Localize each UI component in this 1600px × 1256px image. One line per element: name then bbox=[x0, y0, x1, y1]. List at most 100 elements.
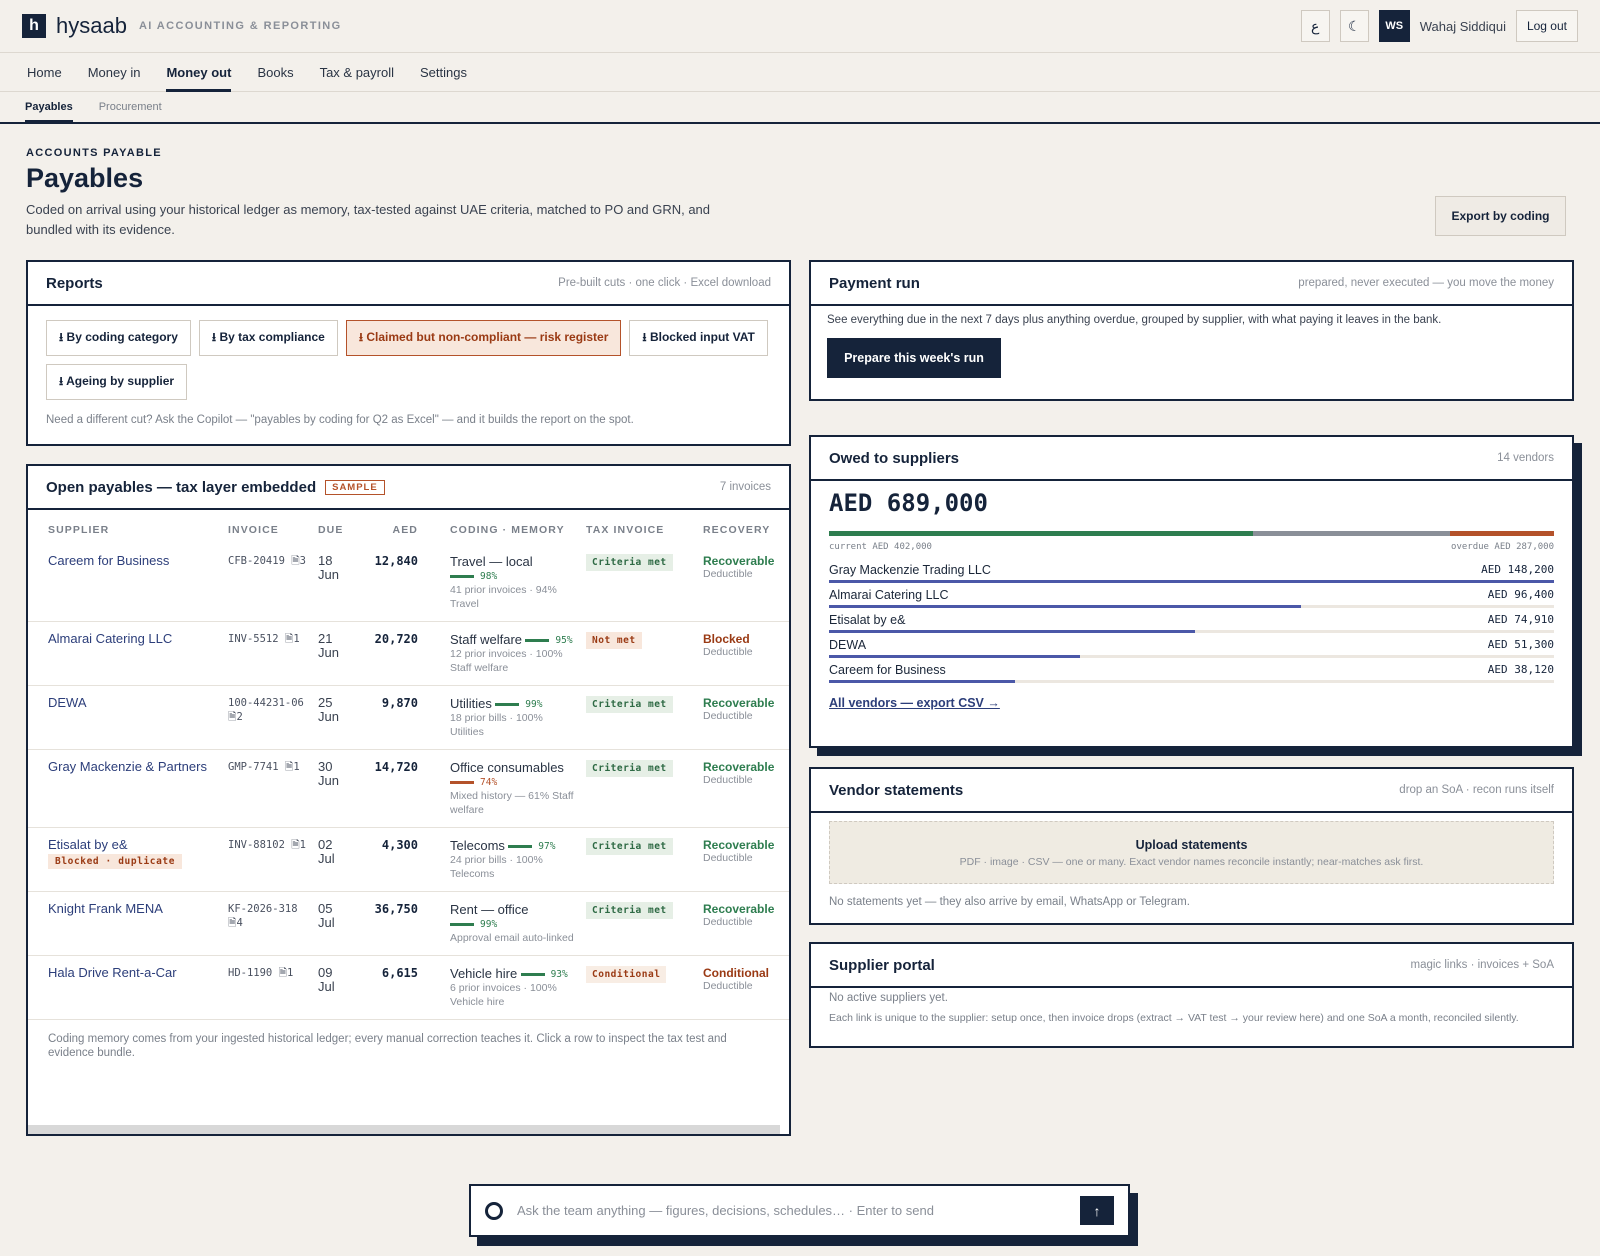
language-toggle-button[interactable]: ع bbox=[1300, 10, 1330, 42]
table-row[interactable]: Etisalat by e& Blocked · duplicate INV-881… bbox=[28, 827, 789, 892]
attachment-icon[interactable]: 🗎1 bbox=[285, 633, 300, 645]
current-overdue-bar bbox=[829, 531, 1554, 536]
theme-toggle-moon-icon[interactable]: ☾ bbox=[1339, 10, 1369, 42]
col-supplier[interactable]: SUPPLIER bbox=[28, 510, 222, 544]
due-day: 02 bbox=[318, 837, 333, 852]
coding-category[interactable]: Utilities bbox=[450, 696, 492, 711]
coding-category[interactable]: Staff welfare bbox=[450, 632, 522, 647]
col-invoice[interactable]: INVOICE bbox=[222, 510, 312, 544]
col-recovery[interactable]: RECOVERY bbox=[697, 510, 789, 544]
vendor-row[interactable]: DEWA AED 51,300 bbox=[811, 633, 1572, 658]
vendor-name[interactable]: DEWA bbox=[829, 638, 866, 652]
invoice-number[interactable]: 100-44231-06 bbox=[228, 697, 304, 709]
coding-category[interactable]: Rent — office bbox=[450, 902, 529, 917]
nav-money-in[interactable]: Money in bbox=[75, 53, 154, 91]
report-blocked-vat-button[interactable]: ⭳ Blocked input VAT bbox=[629, 320, 768, 356]
table-row[interactable]: Knight Frank MENA KF-2026-318 🗎4 05 Jul 36,7… bbox=[28, 891, 789, 956]
attachment-icon[interactable]: 🗎3 bbox=[291, 555, 306, 567]
vendor-row[interactable]: Etisalat by e& AED 74,910 bbox=[811, 608, 1572, 633]
statements-title: Vendor statements bbox=[829, 781, 964, 799]
coding-memory: 24 prior bills · 100% Telecoms bbox=[450, 854, 543, 880]
upload-statements-dropzone[interactable]: Upload statements PDF · image · CSV — on… bbox=[829, 821, 1554, 884]
horizontal-scrollbar[interactable] bbox=[28, 1125, 780, 1134]
table-row[interactable]: DEWA 100-44231-06 🗎2 25 Jun 9,870 Utilities 9… bbox=[28, 685, 789, 750]
current-label: current AED 402,000 bbox=[829, 542, 932, 552]
supplier-name[interactable]: Hala Drive Rent-a-Car bbox=[48, 966, 216, 980]
coding-category[interactable]: Travel — local bbox=[450, 554, 533, 569]
report-by-tax-compliance-button[interactable]: ⭳ By tax compliance bbox=[198, 320, 338, 356]
nav-books[interactable]: Books bbox=[244, 53, 306, 91]
invoice-number[interactable]: INV-5512 bbox=[228, 633, 279, 645]
coding-category[interactable]: Telecoms bbox=[450, 838, 505, 853]
tax-status-badge: Criteria met bbox=[586, 838, 673, 855]
invoice-number[interactable]: KF-2026-318 bbox=[228, 903, 298, 915]
coding-category[interactable]: Office consumables bbox=[450, 760, 564, 775]
invoice-number[interactable]: CFB-20419 bbox=[228, 555, 285, 567]
open-payables-title: Open payables — tax layer embedded bbox=[46, 478, 317, 496]
invoice-number[interactable]: HD-1190 bbox=[228, 967, 272, 979]
col-tax-invoice[interactable]: TAX INVOICE bbox=[580, 510, 697, 544]
reports-note: Need a different cut? Ask the Copilot — … bbox=[46, 414, 634, 426]
supplier-name[interactable]: Almarai Catering LLC bbox=[48, 632, 216, 646]
supplier-name[interactable]: Etisalat by e& bbox=[48, 838, 216, 852]
composer-input[interactable]: Ask the team anything — figures, decisio… bbox=[517, 1203, 934, 1218]
due-month: Jun bbox=[318, 567, 339, 582]
tab-payables[interactable]: Payables bbox=[12, 92, 86, 122]
coding-memory: 12 prior invoices · 100% Staff welfare bbox=[450, 648, 563, 674]
vendor-amount: AED 51,300 bbox=[1487, 638, 1554, 651]
vendor-name[interactable]: Etisalat by e& bbox=[829, 613, 905, 627]
nav-tax-payroll[interactable]: Tax & payroll bbox=[307, 53, 407, 91]
attachment-icon[interactable]: 🗎4 bbox=[228, 917, 243, 929]
vendor-row[interactable]: Gray Mackenzie Trading LLC AED 148,200 bbox=[811, 558, 1572, 583]
coding-category[interactable]: Vehicle hire bbox=[450, 966, 517, 981]
confidence-bar bbox=[520, 973, 545, 977]
col-aed[interactable]: AED bbox=[364, 510, 424, 544]
confidence-meter: 99% bbox=[495, 699, 542, 710]
table-row[interactable]: Gray Mackenzie & Partners GMP-7741 🗎1 30 Ju… bbox=[28, 749, 789, 828]
supplier-name[interactable]: Gray Mackenzie & Partners bbox=[48, 760, 216, 774]
attachment-icon[interactable]: 🗎1 bbox=[291, 839, 306, 851]
export-by-coding-button[interactable]: Export by coding bbox=[1435, 196, 1566, 236]
tab-procurement[interactable]: Procurement bbox=[86, 92, 175, 122]
report-risk-register-button[interactable]: ⭳ Claimed but non-compliant — risk regis… bbox=[345, 320, 622, 356]
vendor-name[interactable]: Careem for Business bbox=[829, 663, 946, 677]
vendor-row[interactable]: Careem for Business AED 38,120 bbox=[811, 658, 1572, 683]
copilot-composer[interactable]: Ask the team anything — figures, decisio… bbox=[469, 1184, 1130, 1237]
report-by-coding-button[interactable]: ⭳ By coding category bbox=[46, 320, 191, 356]
copilot-ring-icon bbox=[485, 1201, 503, 1220]
due-month: Jul bbox=[318, 851, 335, 866]
col-coding[interactable]: CODING · MEMORY bbox=[424, 510, 580, 544]
all-vendors-export-link[interactable]: All vendors — export CSV → bbox=[829, 696, 1000, 710]
vendor-name[interactable]: Gray Mackenzie Trading LLC bbox=[829, 563, 991, 577]
attachment-icon[interactable]: 🗎1 bbox=[279, 967, 294, 979]
report-ageing-button[interactable]: ⭳ Ageing by supplier bbox=[46, 364, 188, 400]
send-arrow-icon[interactable]: ↑ bbox=[1080, 1196, 1114, 1225]
prepare-run-button[interactable]: Prepare this week's run bbox=[827, 338, 1001, 378]
attachment-icon[interactable]: 🗎1 bbox=[285, 761, 300, 773]
duplicate-flag: Blocked · duplicate bbox=[48, 854, 183, 869]
invoice-number[interactable]: GMP-7741 bbox=[228, 761, 279, 773]
due-day: 25 bbox=[318, 695, 333, 710]
avatar[interactable]: WS bbox=[1378, 10, 1410, 42]
nav-home[interactable]: Home bbox=[14, 53, 75, 91]
supplier-name[interactable]: Knight Frank MENA bbox=[48, 902, 216, 916]
col-due[interactable]: DUE bbox=[312, 510, 364, 544]
due-month: Jul bbox=[318, 979, 335, 994]
nav-money-out[interactable]: Money out bbox=[153, 53, 244, 92]
table-row[interactable]: Almarai Catering LLC INV-5512 🗎1 21 Jun 20,7… bbox=[28, 621, 789, 686]
nav-settings[interactable]: Settings bbox=[407, 53, 480, 91]
invoice-number[interactable]: INV-88102 bbox=[228, 839, 285, 851]
confidence-meter: 74% bbox=[450, 777, 497, 788]
owed-to-suppliers-panel: Owed to suppliers 14 vendors AED 689,000… bbox=[809, 435, 1574, 748]
recovery-status: Recoverable bbox=[703, 554, 775, 568]
vendor-name[interactable]: Almarai Catering LLC bbox=[829, 588, 949, 602]
table-row[interactable]: Hala Drive Rent-a-Car HD-1190 🗎1 09 Jul 6,61… bbox=[28, 955, 789, 1020]
attachment-icon[interactable]: 🗎2 bbox=[228, 711, 243, 723]
vendor-row[interactable]: Almarai Catering LLC AED 96,400 bbox=[811, 583, 1572, 608]
table-row[interactable]: Careem for Business CFB-20419 🗎3 18 Jun 12,8… bbox=[28, 544, 789, 622]
logout-button[interactable]: Log out bbox=[1515, 10, 1578, 42]
tax-status-badge: Criteria met bbox=[586, 696, 673, 713]
owed-header: Owed to suppliers 14 vendors bbox=[811, 437, 1572, 481]
supplier-name[interactable]: DEWA bbox=[48, 696, 216, 710]
supplier-name[interactable]: Careem for Business bbox=[48, 554, 216, 568]
